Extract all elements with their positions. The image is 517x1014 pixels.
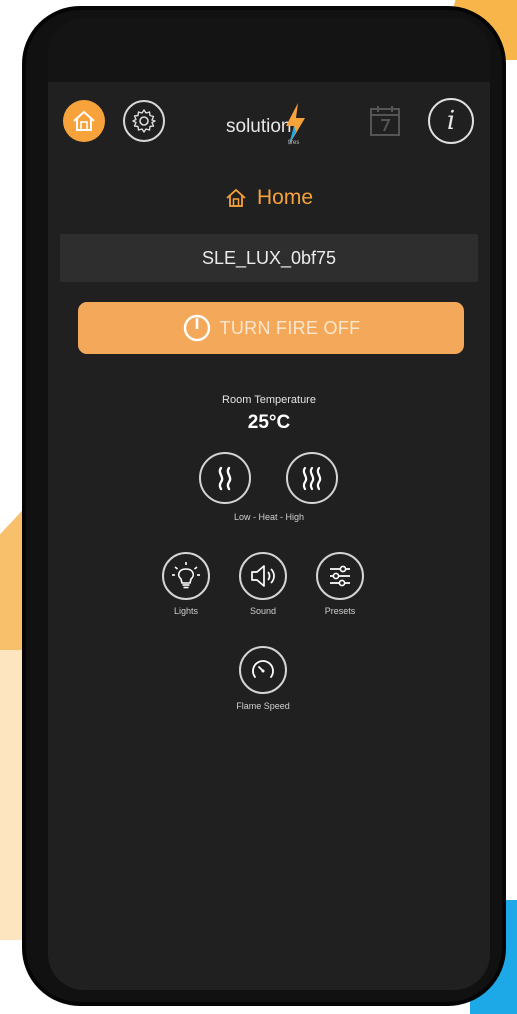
device-name: SLE_LUX_0bf75: [201, 247, 337, 268]
room-temperature-label: Room Temperature: [222, 394, 316, 406]
brand-logo: solution fires: [218, 102, 328, 148]
home-outline-icon: [226, 188, 246, 207]
room-temperature-value: 25°C: [247, 412, 291, 433]
home-button[interactable]: [63, 100, 105, 142]
sliders-icon: [330, 565, 350, 587]
presets-label: Presets: [324, 606, 356, 616]
home-icon: [73, 110, 95, 131]
presets-button[interactable]: [316, 552, 364, 600]
settings-button[interactable]: [123, 100, 165, 142]
calendar-icon[interactable]: [368, 104, 402, 138]
page-title: Home: [256, 186, 314, 209]
lights-label: Lights: [173, 606, 199, 616]
logo-subtext: fires: [288, 140, 300, 146]
power-button-label: TURN FIRE OFF: [219, 317, 361, 338]
app-screen: solution fires i Home SLE_LUX_0bf75 TURN…: [48, 18, 490, 990]
heat-low-button[interactable]: [199, 452, 251, 504]
device-selector[interactable]: SLE_LUX_0bf75: [60, 234, 478, 282]
lightbulb-icon: [172, 562, 200, 589]
info-button[interactable]: i: [428, 98, 474, 144]
power-icon: [183, 314, 210, 342]
heat-high-button[interactable]: [286, 452, 338, 504]
gear-icon: [132, 109, 156, 133]
lights-button[interactable]: [162, 552, 210, 600]
sound-button[interactable]: [239, 552, 287, 600]
sound-label: Sound: [249, 606, 277, 616]
speedometer-icon: [252, 660, 274, 678]
turn-fire-off-button[interactable]: TURN FIRE OFF: [78, 302, 464, 354]
heat-low-icon: [218, 466, 232, 491]
status-bar: [48, 18, 490, 82]
flame-speed-button[interactable]: [239, 646, 287, 694]
heat-caption: Low - Heat - High: [233, 512, 305, 522]
page-heading: Home: [48, 186, 490, 210]
speaker-icon: [251, 565, 275, 587]
heat-high-icon: [302, 466, 322, 491]
top-nav-bar: solution fires i: [48, 90, 490, 154]
flame-speed-label: Flame Speed: [236, 701, 290, 711]
info-icon: i: [446, 106, 456, 136]
